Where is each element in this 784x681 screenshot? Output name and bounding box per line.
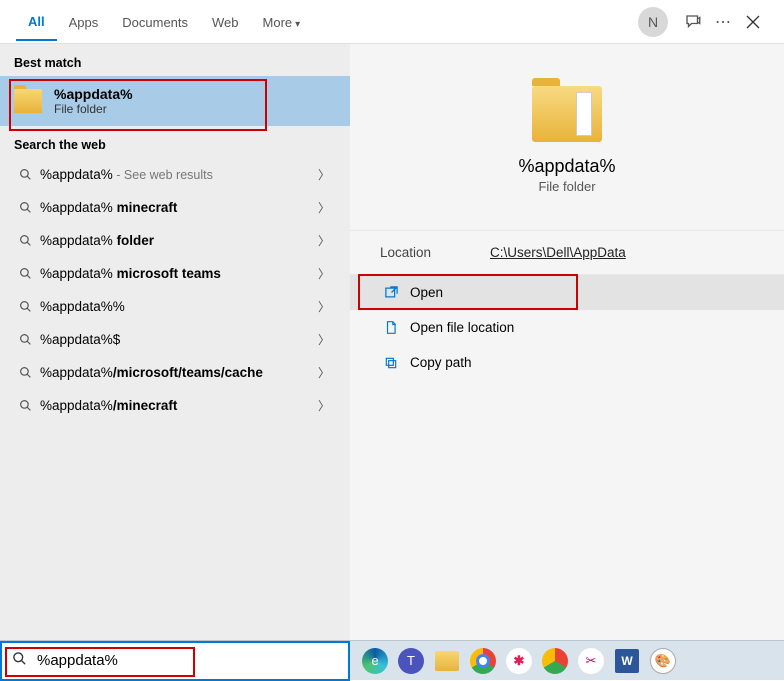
- chrome-icon[interactable]: [468, 646, 498, 676]
- word-icon[interactable]: W: [612, 646, 642, 676]
- search-icon: [14, 333, 36, 346]
- taskbar: e T ✱ ✂ W 🎨: [0, 640, 784, 680]
- search-icon: [14, 300, 36, 313]
- feedback-icon[interactable]: [678, 7, 708, 37]
- open-icon: [380, 285, 402, 300]
- chevron-right-icon: 〉: [318, 331, 336, 348]
- tab-documents[interactable]: Documents: [110, 3, 200, 40]
- tab-web[interactable]: Web: [200, 3, 251, 40]
- web-result[interactable]: %appdata%%〉: [0, 290, 350, 323]
- best-match-title: %appdata%: [54, 86, 133, 102]
- close-icon[interactable]: [738, 7, 768, 37]
- more-options-icon[interactable]: ⋯: [708, 7, 738, 37]
- search-icon: [14, 234, 36, 247]
- chevron-down-icon: ▾: [295, 19, 300, 30]
- web-result[interactable]: %appdata%/microsoft/teams/cache〉: [0, 356, 350, 389]
- copy-icon: [380, 356, 402, 370]
- explorer-icon[interactable]: [432, 646, 462, 676]
- chevron-right-icon: 〉: [318, 232, 336, 249]
- user-avatar[interactable]: N: [638, 7, 668, 37]
- web-result-text: %appdata%/minecraft: [40, 398, 318, 413]
- web-result-text: %appdata%%: [40, 299, 318, 314]
- snip-icon[interactable]: ✂: [576, 646, 606, 676]
- best-match-label: Best match: [0, 44, 350, 76]
- action-open-file-location[interactable]: Open file location: [350, 310, 784, 345]
- search-icon: [14, 399, 36, 412]
- chevron-right-icon: 〉: [318, 298, 336, 315]
- web-result[interactable]: %appdata%/minecraft〉: [0, 389, 350, 422]
- search-icon: [2, 651, 37, 670]
- search-input[interactable]: [37, 643, 348, 679]
- results-panel: Best match %appdata% File folder Search …: [0, 44, 350, 640]
- search-icon: [14, 267, 36, 280]
- web-result-text: %appdata%$: [40, 332, 318, 347]
- action-open[interactable]: Open: [350, 275, 784, 310]
- chevron-right-icon: 〉: [318, 199, 336, 216]
- action-open-location-label: Open file location: [410, 320, 514, 335]
- chevron-right-icon: 〉: [318, 265, 336, 282]
- preview-title: %appdata%: [350, 156, 784, 177]
- tab-more[interactable]: More▾: [251, 3, 313, 40]
- tab-apps[interactable]: Apps: [57, 3, 111, 40]
- location-link[interactable]: C:\Users\Dell\AppData: [490, 245, 626, 260]
- action-copy-path-label: Copy path: [410, 355, 472, 370]
- location-label: Location: [380, 245, 490, 260]
- taskbar-apps: e T ✱ ✂ W 🎨: [350, 646, 678, 676]
- file-location-icon: [380, 320, 402, 335]
- web-result-text: %appdata% folder: [40, 233, 318, 248]
- chevron-right-icon: 〉: [318, 166, 336, 183]
- location-row: Location C:\Users\Dell\AppData: [350, 230, 784, 275]
- preview-panel: %appdata% File folder Location C:\Users\…: [350, 44, 784, 640]
- paint-icon[interactable]: 🎨: [648, 646, 678, 676]
- teams-icon[interactable]: T: [396, 646, 426, 676]
- search-icon: [14, 366, 36, 379]
- chevron-right-icon: 〉: [318, 364, 336, 381]
- web-result[interactable]: %appdata% - See web results〉: [0, 158, 350, 191]
- folder-icon: [14, 89, 42, 113]
- slack-icon[interactable]: ✱: [504, 646, 534, 676]
- folder-icon-large: [532, 86, 602, 142]
- web-result[interactable]: %appdata% minecraft〉: [0, 191, 350, 224]
- web-result-text: %appdata%/microsoft/teams/cache: [40, 365, 318, 380]
- edge-icon[interactable]: e: [360, 646, 390, 676]
- tab-all[interactable]: All: [16, 2, 57, 41]
- web-result[interactable]: %appdata% folder〉: [0, 224, 350, 257]
- chrome-canary-icon[interactable]: [540, 646, 570, 676]
- taskbar-search[interactable]: [0, 641, 350, 681]
- search-icon: [14, 168, 36, 181]
- best-match-item[interactable]: %appdata% File folder: [0, 76, 350, 126]
- web-result-text: %appdata% minecraft: [40, 200, 318, 215]
- web-result-text: %appdata% - See web results: [40, 167, 318, 182]
- action-open-label: Open: [410, 285, 443, 300]
- preview-subtitle: File folder: [350, 179, 784, 194]
- search-web-label: Search the web: [0, 126, 350, 158]
- web-result-text: %appdata% microsoft teams: [40, 266, 318, 281]
- web-result[interactable]: %appdata%$〉: [0, 323, 350, 356]
- search-tabs: All Apps Documents Web More▾ N ⋯: [0, 0, 784, 44]
- action-copy-path[interactable]: Copy path: [350, 345, 784, 380]
- web-result[interactable]: %appdata% microsoft teams〉: [0, 257, 350, 290]
- chevron-right-icon: 〉: [318, 397, 336, 414]
- best-match-subtitle: File folder: [54, 102, 133, 116]
- search-icon: [14, 201, 36, 214]
